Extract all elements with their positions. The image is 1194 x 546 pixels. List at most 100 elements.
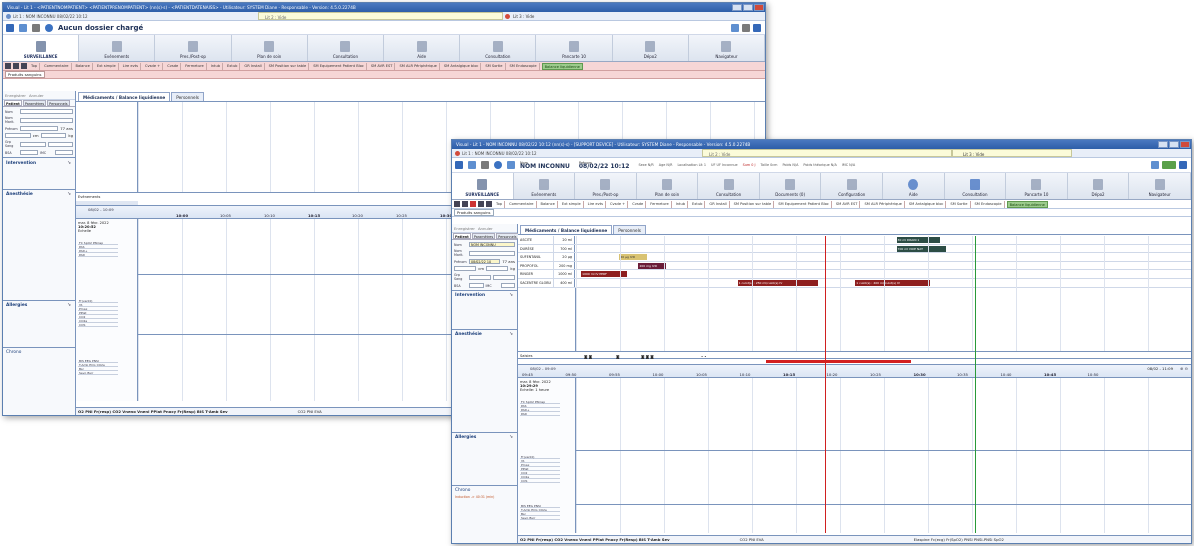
info-icon[interactable]: [486, 201, 492, 207]
nom-marit-input[interactable]: [469, 250, 515, 256]
section-anesthesie[interactable]: Anesthésie ↘: [452, 330, 517, 432]
toolbar-antalgique[interactable]: SM Antalgique bloc: [442, 62, 482, 70]
taille-input[interactable]: [5, 133, 31, 138]
toolbar-equipement[interactable]: SM Equipement Patient Bloc: [311, 62, 367, 70]
menu-aide[interactable]: Consultation: [460, 35, 537, 61]
maximize-button[interactable]: [1169, 141, 1179, 148]
menu-configuration[interactable]: Configuration: [821, 173, 884, 199]
lock-icon[interactable]: [1179, 161, 1187, 169]
toolbar-alr[interactable]: SM ALR Périphérique: [862, 200, 905, 208]
grid-icon[interactable]: [454, 201, 460, 207]
toolbar-endoscopie[interactable]: SM Endoscopie: [973, 200, 1005, 208]
close-button[interactable]: [1180, 141, 1190, 148]
power-icon[interactable]: [45, 23, 53, 32]
keyboard-icon[interactable]: [742, 24, 750, 32]
toolbar-balance-liquidienne[interactable]: Balance liquidienne: [1006, 200, 1048, 208]
taille-input[interactable]: [454, 266, 477, 271]
menu-plan-soin[interactable]: Plan de soin: [232, 35, 308, 61]
folder-icon[interactable]: [468, 161, 476, 169]
zoom-icons[interactable]: ⊕ ⊖: [1180, 366, 1188, 371]
toolbar-top[interactable]: Top: [29, 62, 41, 70]
scroll-range-bar[interactable]: [766, 360, 911, 363]
flask-icon[interactable]: [21, 63, 27, 69]
toolbar-commentaire[interactable]: Commentaire: [42, 62, 72, 70]
timeline-bar[interactable]: 08/02 - 09:09 08/02 - 11:09 ⊕ ⊖ 09:45 09:…: [518, 364, 1191, 378]
menu-aide[interactable]: Aide: [883, 173, 945, 199]
toolbar-equipement[interactable]: SM Equipement Patient Bloc: [776, 200, 832, 208]
enregistrer-button[interactable]: Enregistrer: [5, 93, 26, 98]
patient-tab-lit2[interactable]: Lit 2 : Vide: [258, 12, 503, 20]
event-markers[interactable]: ◙: [616, 353, 620, 361]
toolbar-cvsde-plus[interactable]: Cvsde +: [608, 200, 629, 208]
patient-tab-lit3[interactable]: Lit 3 : Vide: [503, 12, 534, 21]
tab-medicaments[interactable]: Médicaments / Balance liquidienne: [78, 92, 171, 101]
toolbar-alr[interactable]: SM ALR Périphérique: [397, 62, 440, 70]
window-back-titlebar[interactable]: Visual - Lit 1 - <PATIENTNOMPATIENT> <PA…: [3, 3, 765, 12]
toolbar-intub[interactable]: Intub: [209, 62, 224, 70]
menu-depot[interactable]: Dépo2: [1068, 173, 1130, 199]
annuler-button[interactable]: Annuler: [29, 93, 44, 98]
camera-icon[interactable]: [13, 63, 19, 69]
print-icon[interactable]: [32, 23, 40, 32]
open-folder-icon[interactable]: [6, 23, 14, 32]
menu-evenements[interactable]: Evénements: [79, 35, 156, 61]
toolbar-sortie[interactable]: SM Sortie: [948, 200, 971, 208]
eye-icon[interactable]: [478, 201, 484, 207]
patient-tab-lit1[interactable]: Lit 1 : NOM INCONNU 08/02/22 10:12: [455, 149, 537, 158]
toolbar-cvsde[interactable]: Cvsde: [630, 200, 647, 208]
print-icon[interactable]: [481, 161, 489, 169]
event-markers[interactable]: ◙ ◙: [584, 353, 592, 361]
toolbar-fermeture[interactable]: Fermeture: [183, 62, 207, 70]
annuler-button[interactable]: Annuler: [478, 226, 493, 231]
toolbar-balance[interactable]: Balance: [74, 62, 93, 70]
rh-select[interactable]: [47, 141, 73, 147]
close-button[interactable]: [754, 4, 764, 11]
enregistrer-button[interactable]: Enregistrer: [454, 226, 475, 231]
section-chrono[interactable]: Chrono: [3, 348, 75, 357]
grp-select[interactable]: [469, 274, 491, 280]
prenom-input[interactable]: [20, 126, 59, 131]
tab-parametres[interactable]: Paramètres: [471, 233, 496, 239]
toolbar-lire[interactable]: Lire evts: [586, 200, 607, 208]
tab-patient[interactable]: Patient: [4, 100, 22, 106]
toolbar-fermeture[interactable]: Fermeture: [648, 200, 672, 208]
menu-prescriptions[interactable]: Pres./Post-op: [575, 173, 637, 199]
tab-parametres[interactable]: Paramètres: [22, 100, 47, 106]
section-chrono[interactable]: Chrono: [452, 486, 517, 495]
menu-navigateur[interactable]: Navigateur: [689, 35, 765, 61]
toolbar-ext[interactable]: Ext simple: [95, 62, 119, 70]
grid-icon[interactable]: [5, 63, 11, 69]
minimize-button[interactable]: [732, 4, 742, 11]
power-icon[interactable]: [494, 161, 502, 169]
poids-input[interactable]: [40, 133, 67, 138]
tab-personnels-main[interactable]: Personnels: [171, 92, 204, 101]
patient-tab-lit1[interactable]: Lit 1 : NOM INCONNU 08/02/22 10:12: [6, 12, 88, 21]
menu-consultation[interactable]: Consultation: [698, 173, 760, 199]
lock-icon[interactable]: [753, 24, 761, 32]
patient-tab-lit3[interactable]: Lit 3 : Vide: [952, 149, 1072, 157]
toolbar-cvsde-plus[interactable]: Cvsde +: [143, 62, 164, 70]
menu-navigateur[interactable]: Navigateur: [1129, 173, 1191, 199]
produits-sanguins-button[interactable]: Produits sanguins: [454, 209, 494, 216]
toolbar-commentaire[interactable]: Commentaire: [507, 200, 537, 208]
section-allergies[interactable]: Allergies ↘: [452, 433, 517, 485]
imc-input[interactable]: [500, 283, 515, 288]
menu-consultation[interactable]: Consultation: [308, 35, 385, 61]
toolbar-avr[interactable]: SM AVR EST: [834, 200, 861, 208]
event-markers[interactable]: • •: [701, 353, 706, 361]
toolbar-balance[interactable]: Balance: [539, 200, 558, 208]
toolbar-cvsde[interactable]: Cvsde: [165, 62, 182, 70]
flask-icon[interactable]: [470, 201, 476, 207]
menu-surveillance[interactable]: SURVEILLANCE: [3, 35, 80, 61]
event-markers[interactable]: ◙ ◙ ◙: [641, 353, 654, 361]
settings-icon[interactable]: [731, 24, 739, 32]
toolbar-endoscopie[interactable]: SM Endoscopie: [508, 62, 540, 70]
open-folder-icon[interactable]: [455, 161, 463, 169]
tab-patient[interactable]: Patient: [453, 233, 471, 239]
toolbar-top[interactable]: Top: [494, 200, 506, 208]
toolbar-position[interactable]: SM Position sur table: [267, 62, 310, 70]
toolbar-balance-liquidienne[interactable]: Balance liquidienne: [541, 62, 583, 70]
patient-tab-lit2[interactable]: Lit 2 : Vide: [702, 149, 952, 157]
tab-personnels[interactable]: Personnels: [47, 100, 70, 106]
toolbar-position[interactable]: SM Position sur table: [732, 200, 775, 208]
